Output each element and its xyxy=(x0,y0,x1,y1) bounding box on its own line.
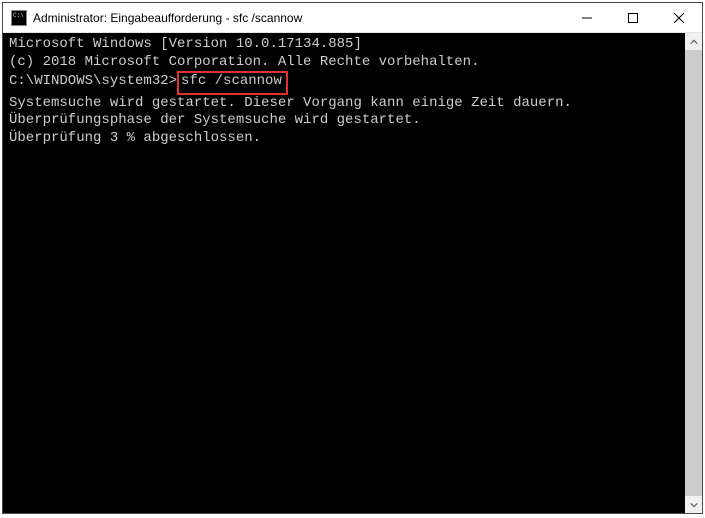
close-button[interactable] xyxy=(656,3,702,32)
scroll-up-button[interactable] xyxy=(685,33,702,50)
scroll-track[interactable] xyxy=(685,50,702,496)
terminal-area[interactable]: Microsoft Windows [Version 10.0.17134.88… xyxy=(3,33,702,513)
window-controls xyxy=(564,3,702,32)
command-prompt-window: Administrator: Eingabeaufforderung - sfc… xyxy=(2,2,703,514)
minimize-button[interactable] xyxy=(564,3,610,32)
output-line: (c) 2018 Microsoft Corporation. Alle Rec… xyxy=(9,54,685,72)
titlebar[interactable]: Administrator: Eingabeaufforderung - sfc… xyxy=(3,3,702,33)
prompt-line: C:\WINDOWS\system32>sfc /scannow xyxy=(9,71,685,95)
output-line: Systemsuche wird gestartet. Dieser Vorga… xyxy=(9,95,685,113)
vertical-scrollbar[interactable] xyxy=(685,33,702,513)
scroll-thumb[interactable] xyxy=(685,50,702,496)
highlighted-command: sfc /scannow xyxy=(177,71,288,95)
maximize-button[interactable] xyxy=(610,3,656,32)
output-line: Microsoft Windows [Version 10.0.17134.88… xyxy=(9,36,685,54)
prompt-path: C:\WINDOWS\system32> xyxy=(9,73,177,89)
output-line: Überprüfung 3 % abgeschlossen. xyxy=(9,130,685,148)
terminal-content: Microsoft Windows [Version 10.0.17134.88… xyxy=(9,36,685,147)
output-line: Überprüfungsphase der Systemsuche wird g… xyxy=(9,112,685,130)
window-title: Administrator: Eingabeaufforderung - sfc… xyxy=(33,11,564,25)
scroll-down-button[interactable] xyxy=(685,496,702,513)
cmd-icon xyxy=(11,10,27,26)
